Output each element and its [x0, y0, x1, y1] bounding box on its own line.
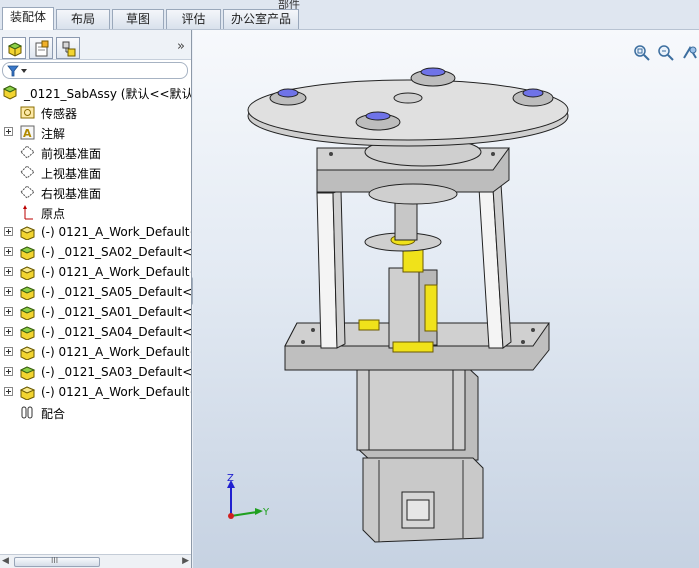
- scroll-right-icon[interactable]: ▶: [182, 556, 189, 566]
- subassembly-icon: [19, 326, 36, 340]
- scroll-left-icon[interactable]: ◀: [2, 556, 9, 566]
- tab-sketch[interactable]: 草图: [112, 9, 164, 29]
- turntable-disk: [247, 67, 569, 147]
- tree-root-assembly[interactable]: _0121_SabAssy (默认<<默认>: [0, 82, 191, 102]
- tree-item-label: 原点: [41, 207, 66, 221]
- tree-item[interactable]: 配合: [0, 402, 191, 422]
- property-manager-tab[interactable]: [29, 37, 53, 59]
- tree-item-label: 注解: [41, 127, 66, 141]
- tree-item[interactable]: (-) 0121_A_Work_Default<: [0, 222, 191, 242]
- tree-item-label: (-) _0121_SA04_Default<1: [41, 325, 191, 339]
- tree-item-label: (-) _0121_SA01_Default<1: [41, 305, 191, 319]
- tree-item[interactable]: (-) 0121_A_Work_Default<: [0, 262, 191, 282]
- triad-y-label: Y: [262, 507, 270, 518]
- stepper-motor: [356, 364, 484, 543]
- expand-toggle-icon[interactable]: [4, 387, 13, 396]
- tree-item[interactable]: (-) _0121_SA01_Default<1: [0, 302, 191, 322]
- plane-icon: [20, 185, 35, 199]
- sensor-folder-icon: [20, 106, 35, 119]
- tree-item-label: 右视基准面: [41, 187, 102, 201]
- expand-toggle-icon[interactable]: [4, 227, 13, 236]
- command-manager-tabs: 部件 装配体 布局 草图 评估 办公室产品: [0, 0, 699, 30]
- origin-icon: [23, 205, 33, 220]
- property-manager-icon: [35, 40, 49, 57]
- filter-icon: [7, 65, 27, 77]
- tree-item-label: (-) _0121_SA02_Default<1: [41, 245, 191, 259]
- tree-item[interactable]: (-) _0121_SA02_Default<1: [0, 242, 191, 262]
- expand-toggle-icon[interactable]: [4, 367, 13, 376]
- mates-icon: [21, 406, 33, 419]
- subassembly-icon: [19, 306, 36, 320]
- tab-office-products[interactable]: 办公室产品: [223, 9, 299, 29]
- tree-item-label: (-) 0121_A_Work_Default<: [41, 265, 191, 279]
- plane-icon: [20, 165, 35, 179]
- component-icon: [19, 266, 36, 280]
- component-icon: [19, 226, 36, 240]
- component-icon: [19, 386, 36, 400]
- expand-toggle-icon[interactable]: [4, 327, 13, 336]
- coordinate-triad: Z Y: [227, 473, 270, 519]
- scroll-thumb[interactable]: III: [14, 556, 100, 567]
- tree-item[interactable]: (-) _0121_SA03_Default<1: [0, 362, 191, 382]
- tree-item-label: (-) 0121_A_Work_Default<: [41, 225, 191, 239]
- tree-item-label: 传感器: [41, 107, 78, 121]
- tab-evaluate[interactable]: 评估: [166, 9, 221, 29]
- tree-item-label: 前视基准面: [41, 147, 102, 161]
- tree-item[interactable]: 前视基准面: [0, 142, 191, 162]
- feature-manager-icon: [7, 42, 23, 57]
- scroll-thumb-grip: III: [51, 556, 59, 565]
- expand-toggle-icon[interactable]: [4, 287, 13, 296]
- expand-toggle-icon[interactable]: [4, 127, 13, 136]
- tree-item[interactable]: 原点: [0, 202, 191, 222]
- assembly-model[interactable]: Z Y: [193, 30, 699, 568]
- assembly-icon: [2, 85, 18, 100]
- subassembly-icon: [19, 366, 36, 380]
- coupling-mechanism: [358, 201, 442, 353]
- plane-icon: [20, 145, 35, 159]
- graphics-viewport[interactable]: Z Y: [193, 30, 699, 568]
- subassembly-icon: [19, 246, 36, 260]
- subassembly-icon: [19, 286, 36, 300]
- expand-toggle-icon[interactable]: [4, 267, 13, 276]
- tree-item[interactable]: 右视基准面: [0, 182, 191, 202]
- tree-item-label: (-) _0121_SA03_Default<1: [41, 365, 191, 379]
- expand-toggle-icon[interactable]: [4, 247, 13, 256]
- feature-manager-panel: » _0121_SabAssy (默认<<默认> 传感器 A 注解前视基准面上视基准…: [0, 30, 192, 568]
- configuration-manager-icon: [62, 41, 76, 57]
- feature-tree: _0121_SabAssy (默认<<默认> 传感器 A 注解前视基准面上视基准面右…: [0, 82, 191, 422]
- tree-item[interactable]: 传感器: [0, 102, 191, 122]
- svg-text:A: A: [23, 127, 32, 140]
- expand-toggle-icon[interactable]: [4, 347, 13, 356]
- feature-manager-tab[interactable]: [2, 37, 26, 59]
- tree-item[interactable]: 上视基准面: [0, 162, 191, 182]
- expand-toggle-icon[interactable]: [4, 307, 13, 316]
- configuration-manager-tab[interactable]: [56, 37, 80, 59]
- component-icon: [19, 346, 36, 360]
- tree-item[interactable]: A 注解: [0, 122, 191, 142]
- tree-item-label: (-) _0121_SA05_Default<1: [41, 285, 191, 299]
- annotations-icon: A: [20, 125, 35, 140]
- tab-assembly[interactable]: 装配体: [2, 7, 54, 30]
- tree-horizontal-scrollbar[interactable]: ◀ III ▶: [0, 554, 191, 568]
- tree-item-label: 上视基准面: [41, 167, 102, 181]
- triad-z-label: Z: [227, 473, 234, 484]
- tree-item-label: 配合: [41, 407, 66, 421]
- tab-layout[interactable]: 布局: [56, 9, 110, 29]
- tree-item-label: (-) 0121_A_Work_Default<: [41, 345, 191, 359]
- tree-filter-input[interactable]: [2, 62, 188, 79]
- tree-item-label: (-) 0121_A_Work_Default<: [41, 385, 191, 399]
- panel-tabs: »: [0, 30, 191, 60]
- tree-root-label: _0121_SabAssy (默认<<默认>: [24, 87, 191, 101]
- expand-panel-button[interactable]: »: [177, 39, 185, 54]
- tree-item[interactable]: (-) _0121_SA05_Default<1: [0, 282, 191, 302]
- tree-item[interactable]: (-) _0121_SA04_Default<1: [0, 322, 191, 342]
- tree-item[interactable]: (-) 0121_A_Work_Default<: [0, 342, 191, 362]
- tree-item[interactable]: (-) 0121_A_Work_Default<: [0, 382, 191, 402]
